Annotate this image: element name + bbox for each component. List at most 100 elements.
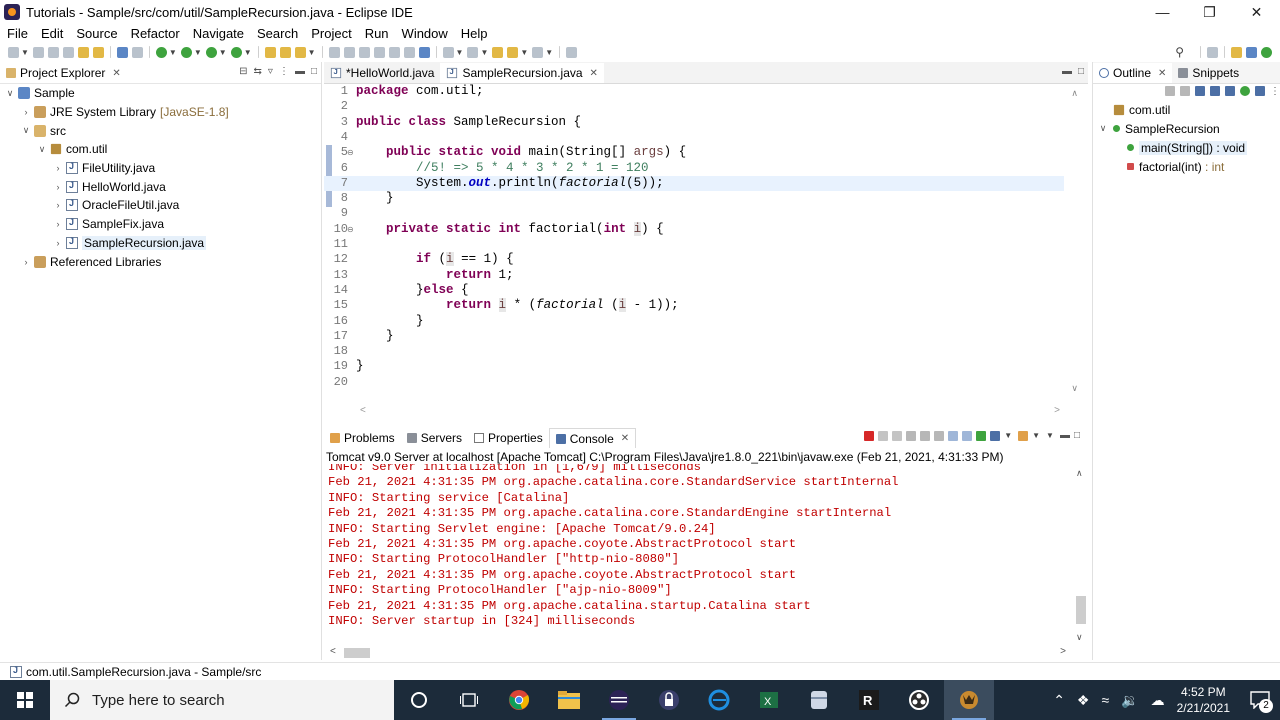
terminate-icon[interactable] xyxy=(864,430,875,441)
clear-console-icon[interactable] xyxy=(906,430,917,441)
close-icon[interactable]: ✕ xyxy=(590,68,598,79)
notification-center-button[interactable]: 2 xyxy=(1240,680,1280,720)
show-console-stderr-icon[interactable] xyxy=(962,430,973,441)
maximize-view-icon[interactable]: □ xyxy=(1074,430,1080,441)
new-java-project-icon[interactable] xyxy=(264,46,276,58)
build-all-icon[interactable] xyxy=(92,46,104,58)
link-with-editor-icon[interactable] xyxy=(1255,86,1265,96)
previous-annotation-icon[interactable] xyxy=(467,46,479,58)
search-icon[interactable]: ⚲ xyxy=(1175,45,1184,59)
scroll-left-icon[interactable]: < xyxy=(330,646,336,657)
display-console-icon[interactable] xyxy=(990,430,1001,441)
database-app-icon[interactable] xyxy=(794,680,844,720)
new-package-icon[interactable] xyxy=(279,46,291,58)
tab-outline[interactable]: Outline ✕ xyxy=(1093,63,1173,83)
tree-item-file[interactable]: › OracleFileUtil.java xyxy=(0,196,321,215)
tab-console[interactable]: Console ✕ xyxy=(548,428,637,448)
scroll-right-icon[interactable]: > xyxy=(1054,405,1060,416)
new-icon[interactable] xyxy=(8,46,19,58)
run-icon[interactable] xyxy=(180,46,192,58)
chevron-down-icon[interactable]: ∨ xyxy=(1097,123,1109,134)
tab-servers[interactable]: Servers xyxy=(401,428,468,448)
editor-vertical-scrollbar[interactable]: ∧ ∨ xyxy=(1071,88,1078,394)
terminal-icon[interactable] xyxy=(116,46,128,58)
globe-icon[interactable] xyxy=(418,46,430,58)
menu-window[interactable]: Window xyxy=(395,26,454,41)
show-console-stdout-icon[interactable] xyxy=(948,430,959,441)
chevron-down-icon[interactable]: ▼ xyxy=(480,48,488,57)
skip-breakpoints-icon[interactable] xyxy=(131,46,143,58)
outline-item-class[interactable]: ∨ SampleRecursion xyxy=(1093,119,1280,138)
tab-snippets[interactable]: Snippets xyxy=(1172,63,1245,83)
console-vertical-scrollbar[interactable]: ∧ ∨ xyxy=(1074,468,1088,646)
collapse-all-icon[interactable]: ⊟ xyxy=(239,66,247,77)
close-button[interactable]: ✕ xyxy=(1233,0,1280,24)
chevron-down-icon[interactable]: ▼ xyxy=(1004,431,1012,440)
tree-item-referenced-libraries[interactable]: › Referenced Libraries xyxy=(0,252,321,271)
chevron-down-icon[interactable]: ▼ xyxy=(244,48,252,57)
search-toolbar-icon[interactable] xyxy=(358,46,370,58)
taskbar-search-box[interactable]: Type here to search xyxy=(50,680,394,720)
outline-item-package[interactable]: com.util xyxy=(1093,100,1280,119)
vpn-app-icon[interactable] xyxy=(644,680,694,720)
save-all-icon[interactable] xyxy=(47,46,59,58)
outline-item-method[interactable]: main(String[]) : void xyxy=(1093,138,1280,157)
mark-occurrences-icon[interactable] xyxy=(373,46,385,58)
menu-project[interactable]: Project xyxy=(304,26,357,41)
maximize-view-icon[interactable]: □ xyxy=(1078,66,1084,77)
tree-item-file[interactable]: › FileUtility.java xyxy=(0,159,321,178)
edge-app-icon[interactable] xyxy=(694,680,744,720)
last-edit-location-icon[interactable] xyxy=(492,46,504,58)
link-with-editor-icon[interactable]: ⇆ xyxy=(254,66,262,77)
dropbox-icon[interactable]: ❖ xyxy=(1077,692,1090,709)
print-icon[interactable] xyxy=(62,46,74,58)
build-icon[interactable] xyxy=(77,46,89,58)
chevron-right-icon[interactable]: › xyxy=(52,219,64,229)
chevron-down-icon[interactable]: ∨ xyxy=(36,144,48,155)
obs-app-icon[interactable] xyxy=(894,680,944,720)
console-output[interactable]: INFO: Server initialization in [1,679] m… xyxy=(324,464,1072,634)
scroll-up-icon[interactable]: ∧ xyxy=(1076,468,1083,479)
tab-problems[interactable]: Problems xyxy=(324,428,401,448)
chevron-up-icon[interactable]: ⌃ xyxy=(1053,692,1065,709)
chevron-right-icon[interactable]: › xyxy=(52,163,64,173)
chevron-down-icon[interactable]: ▼ xyxy=(545,48,553,57)
java-ee-perspective-icon[interactable] xyxy=(1231,46,1242,58)
chevron-right-icon[interactable]: › xyxy=(20,257,32,267)
scroll-thumb[interactable] xyxy=(344,648,370,658)
chevron-right-icon[interactable]: › xyxy=(20,107,32,117)
minimize-view-icon[interactable]: ▬ xyxy=(295,66,305,77)
menu-edit[interactable]: Edit xyxy=(34,26,69,41)
tree-item-file[interactable]: › SampleFix.java xyxy=(0,215,321,234)
tree-item-package[interactable]: ∨ com.util xyxy=(0,140,321,159)
cloud-icon[interactable]: ☁ xyxy=(1151,692,1165,709)
close-icon[interactable]: ✕ xyxy=(112,68,120,79)
close-icon[interactable]: ✕ xyxy=(1158,68,1166,79)
save-icon[interactable] xyxy=(32,46,44,58)
volume-icon[interactable]: 🔉 xyxy=(1121,692,1138,709)
next-annotation-icon[interactable] xyxy=(442,46,454,58)
tab-project-explorer[interactable]: Project Explorer ✕ xyxy=(0,63,127,83)
open-task-icon[interactable] xyxy=(343,46,355,58)
tomcat-app-icon[interactable] xyxy=(944,680,994,720)
open-perspective-icon[interactable] xyxy=(1207,46,1218,58)
tree-item-project[interactable]: ∨ Sample xyxy=(0,84,321,103)
chevron-down-icon[interactable]: ▼ xyxy=(194,48,202,57)
chevron-down-icon[interactable]: ▼ xyxy=(520,48,528,57)
filter-icon[interactable]: ▿ xyxy=(268,66,273,77)
debug-icon[interactable] xyxy=(155,46,167,58)
file-explorer-app-icon[interactable] xyxy=(544,680,594,720)
hide-fields-icon[interactable] xyxy=(1195,86,1205,96)
open-type-icon[interactable] xyxy=(328,46,340,58)
fold-icon[interactable]: ⊖ xyxy=(347,222,354,237)
external-tools-icon[interactable] xyxy=(230,46,242,58)
show-whitespace-icon[interactable] xyxy=(403,46,415,58)
remove-all-icon[interactable] xyxy=(892,430,903,441)
close-icon[interactable]: ✕ xyxy=(621,433,629,444)
menu-search[interactable]: Search xyxy=(250,26,304,41)
start-button[interactable] xyxy=(0,680,50,720)
chrome-app-icon[interactable] xyxy=(494,680,544,720)
chevron-down-icon[interactable]: ▼ xyxy=(219,48,227,57)
menu-refactor[interactable]: Refactor xyxy=(124,26,186,41)
tab-properties[interactable]: Properties xyxy=(468,428,549,448)
